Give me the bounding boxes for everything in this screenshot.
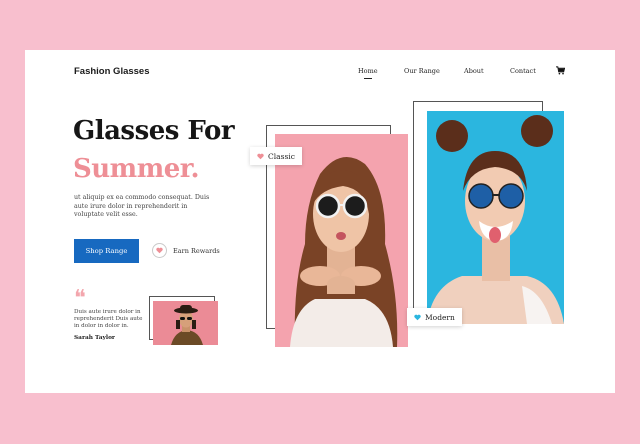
heart-icon: [414, 314, 421, 320]
landing-card: Fashion Glasses Home Our Range About Con…: [25, 50, 615, 393]
tag-classic[interactable]: Classic: [250, 147, 302, 165]
tag-modern-label: Modern: [425, 312, 455, 322]
nav-home[interactable]: Home: [358, 67, 378, 79]
brand-logo[interactable]: Fashion Glasses: [74, 66, 150, 77]
shopping-cart-icon[interactable]: [556, 66, 565, 75]
hero-title-line1: Glasses For: [73, 116, 235, 146]
tag-modern[interactable]: Modern: [407, 308, 462, 326]
nav-contact[interactable]: Contact: [510, 67, 536, 75]
hero-title-line2: Summer.: [73, 154, 200, 184]
nav-about[interactable]: About: [464, 67, 484, 75]
shop-range-button[interactable]: Shop Range: [74, 239, 139, 263]
nav-our-range[interactable]: Our Range: [404, 67, 440, 75]
earn-rewards-label: Earn Rewards: [173, 246, 220, 255]
photo-modern-model: [427, 111, 564, 324]
heart-icon: [152, 243, 167, 258]
testimonial-photo: [153, 301, 218, 345]
testimonial-text: Duis aute irure dolor in reprehenderit D…: [74, 309, 143, 330]
tag-classic-label: Classic: [268, 151, 295, 161]
quote-icon: ❝: [74, 286, 86, 311]
photo-classic-model: [275, 134, 408, 347]
heart-icon: [257, 153, 264, 159]
hero-description: ut aliquip ex ea commodo consequat. Duis…: [74, 194, 210, 218]
earn-rewards-link[interactable]: Earn Rewards: [152, 243, 220, 258]
testimonial-author: Sarah Taylor: [74, 335, 115, 341]
